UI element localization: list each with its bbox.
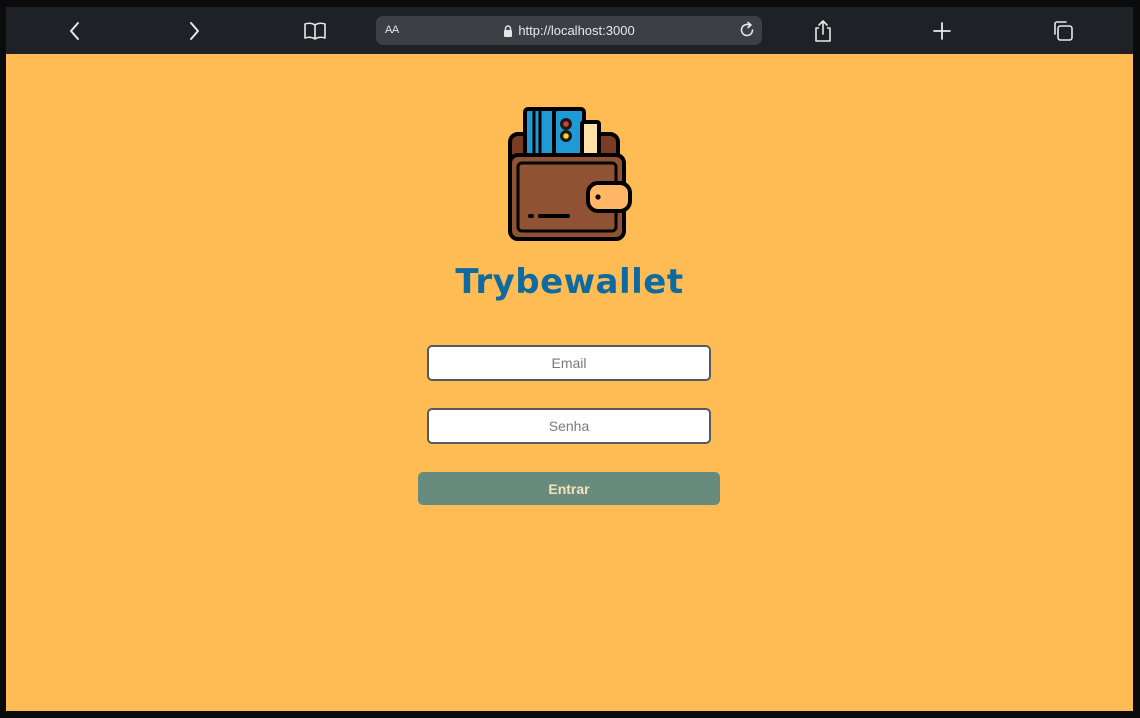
new-tab-button[interactable] — [930, 19, 954, 43]
address-bar[interactable]: AA http://localhost:3000 — [376, 16, 762, 45]
browser-toolbar: AA http://localhost:3000 — [6, 7, 1133, 54]
book-icon — [304, 22, 326, 40]
browser-window: AA http://localhost:3000 Trybewallet Ema… — [0, 0, 1140, 718]
wallet-icon — [508, 107, 632, 241]
back-button[interactable] — [63, 19, 87, 43]
chevron-right-icon — [190, 22, 199, 40]
chevron-left-icon — [70, 22, 79, 40]
password-input[interactable] — [427, 408, 711, 444]
bookmarks-button[interactable] — [303, 19, 327, 43]
page-title: Trybewallet — [455, 262, 684, 302]
share-button[interactable] — [811, 19, 835, 43]
lock-icon — [504, 24, 513, 37]
plus-icon — [933, 22, 951, 40]
tabs-icon — [1054, 21, 1073, 41]
email-input[interactable] — [427, 345, 711, 381]
login-button[interactable]: Entrar — [418, 472, 720, 505]
forward-button[interactable] — [182, 19, 206, 43]
tabs-overview-button[interactable] — [1051, 19, 1075, 43]
reload-icon[interactable] — [738, 21, 756, 39]
page-content: Trybewallet Entrar — [6, 54, 1133, 711]
share-icon — [815, 20, 831, 42]
url-text: http://localhost:3000 — [518, 23, 635, 38]
